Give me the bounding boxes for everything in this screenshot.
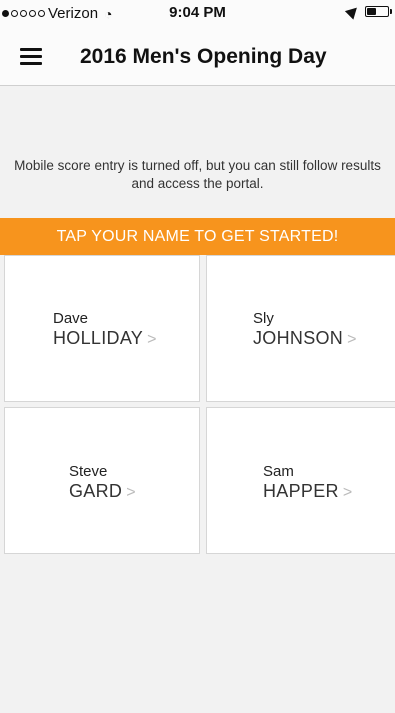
player-last-name-row: HOLLIDAY > bbox=[53, 328, 156, 349]
score-entry-notice: Mobile score entry is turned off, but yo… bbox=[14, 158, 381, 191]
player-last-name: JOHNSON bbox=[253, 328, 344, 348]
player-card-happer[interactable]: Sam HAPPER > bbox=[206, 407, 395, 554]
chevron-right-icon: > bbox=[147, 331, 157, 348]
player-name-block: Sly JOHNSON > bbox=[253, 310, 356, 349]
player-first-name: Steve bbox=[69, 463, 108, 480]
status-bar: Verizon ◔ 9:04 PM bbox=[0, 0, 395, 26]
player-first-name: Sly bbox=[253, 310, 274, 327]
player-last-name: GARD bbox=[69, 481, 123, 501]
player-name-block: Sam HAPPER > bbox=[263, 463, 352, 502]
chevron-right-icon: > bbox=[126, 484, 136, 501]
battery-icon bbox=[365, 6, 392, 17]
player-last-name: HOLLIDAY bbox=[53, 328, 144, 348]
get-started-banner: TAP YOUR NAME TO GET STARTED! bbox=[0, 218, 395, 255]
player-last-name: HAPPER bbox=[263, 481, 339, 501]
status-time: 9:04 PM bbox=[169, 4, 226, 21]
battery-fill bbox=[367, 8, 376, 15]
player-card-gard[interactable]: Steve GARD > bbox=[4, 407, 200, 554]
chevron-right-icon: > bbox=[342, 484, 353, 501]
player-last-name-row: GARD > bbox=[69, 481, 136, 502]
player-name-block: Dave HOLLIDAY > bbox=[53, 310, 156, 349]
chevron-right-icon: > bbox=[347, 331, 357, 348]
player-last-name-row: HAPPER > bbox=[263, 481, 352, 502]
player-first-name: Dave bbox=[53, 310, 89, 327]
status-right bbox=[344, 3, 392, 20]
player-last-name-row: JOHNSON > bbox=[253, 328, 356, 349]
player-first-name: Sam bbox=[263, 463, 294, 480]
player-card-holliday[interactable]: Dave HOLLIDAY > bbox=[4, 255, 200, 402]
player-card-johnson[interactable]: Sly JOHNSON > bbox=[206, 255, 395, 402]
player-name-block: Steve GARD > bbox=[69, 463, 136, 502]
page-title: 2016 Men's Opening Day bbox=[80, 45, 327, 68]
hamburger-menu-icon[interactable] bbox=[20, 48, 42, 65]
app-header: 2016 Men's Opening Day bbox=[0, 26, 395, 86]
